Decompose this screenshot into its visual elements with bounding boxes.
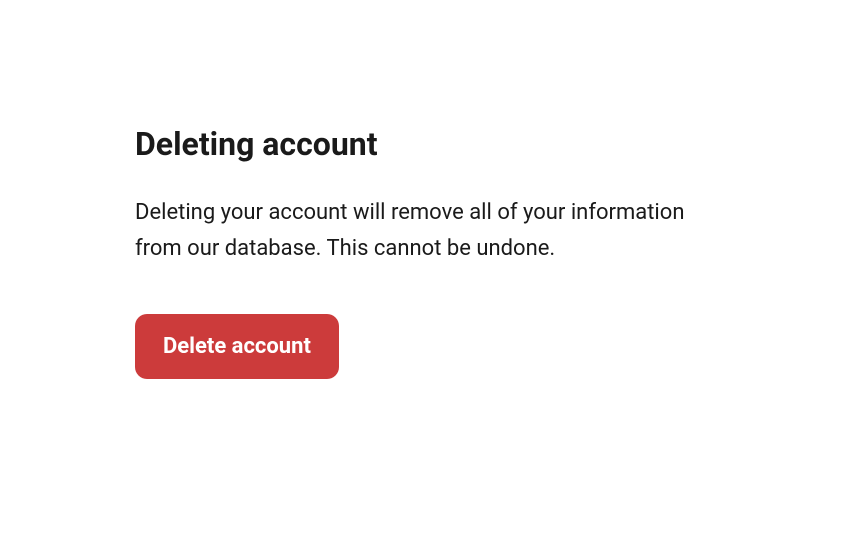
section-heading: Deleting account — [135, 125, 705, 163]
delete-account-button[interactable]: Delete account — [135, 314, 339, 379]
delete-account-section: Deleting account Deleting your account w… — [135, 125, 705, 379]
section-description: Deleting your account will remove all of… — [135, 195, 705, 265]
